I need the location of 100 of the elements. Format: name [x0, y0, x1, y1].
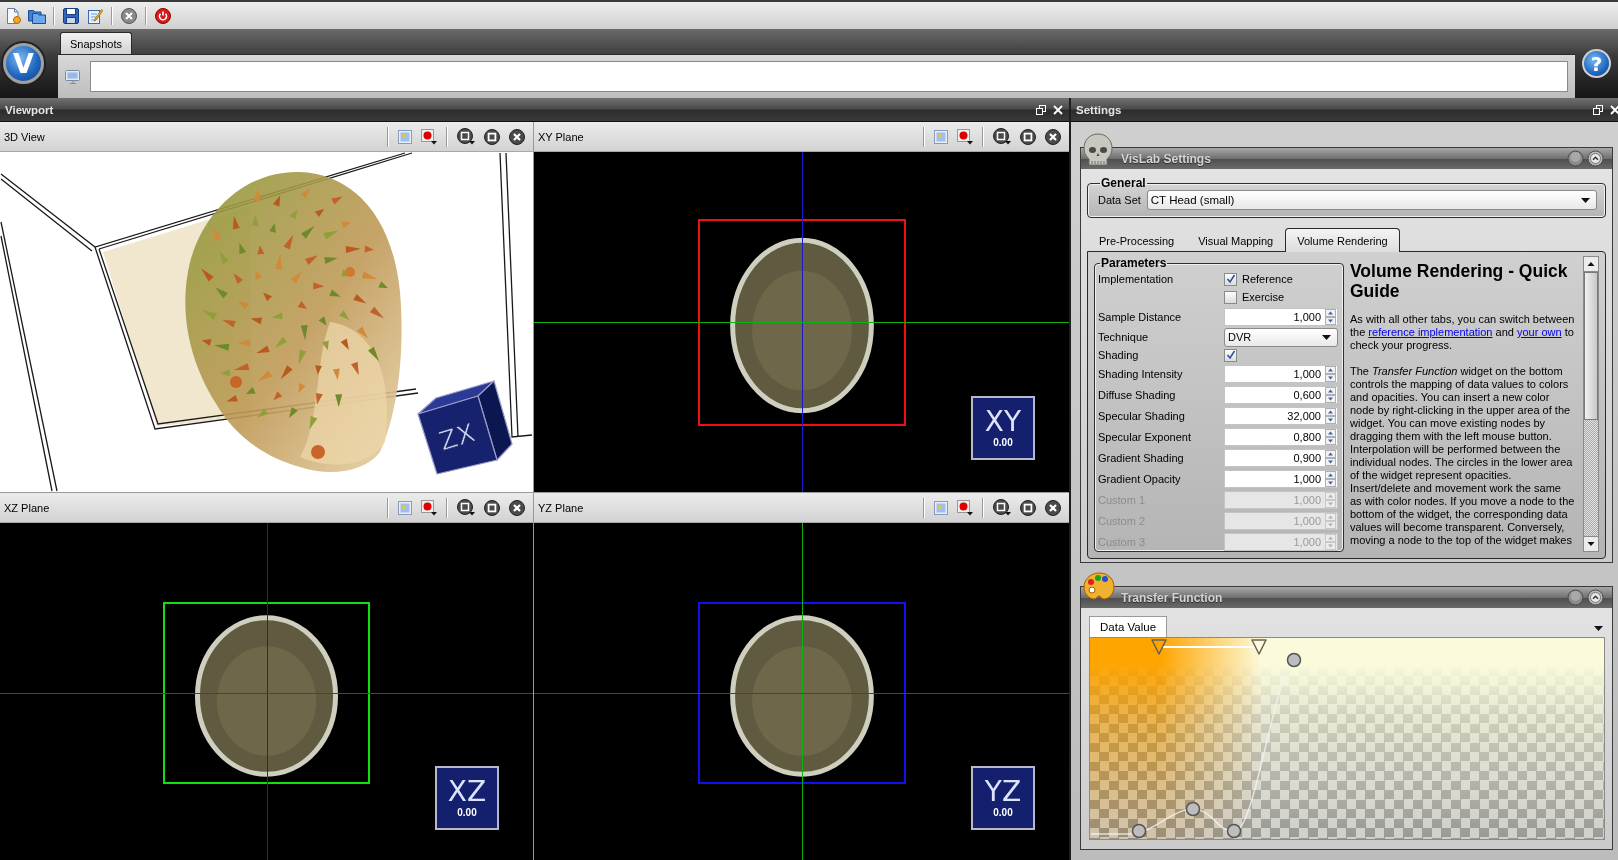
checkbox[interactable] [1224, 348, 1237, 362]
slice-value: 0.00 [457, 807, 477, 819]
restore-icon[interactable] [1036, 104, 1046, 115]
skull-icon [1083, 133, 1113, 167]
checkbox[interactable] [1224, 290, 1237, 304]
spin-box[interactable]: 0,600 [1224, 385, 1338, 404]
tab[interactable]: Visual Mapping [1186, 229, 1286, 251]
spin-buttons[interactable] [1325, 308, 1336, 325]
maximize-icon[interactable] [1020, 499, 1036, 516]
close-icon[interactable] [1045, 128, 1061, 145]
spin-buttons[interactable] [1325, 365, 1336, 382]
folders-icon[interactable] [28, 7, 46, 24]
technique-dropdown[interactable]: DVR [1224, 327, 1338, 347]
restore-icon[interactable] [1593, 104, 1603, 115]
spin-box[interactable]: 0,800 [1224, 427, 1338, 446]
view-title: XZ Plane [4, 501, 51, 514]
spin-buttons[interactable] [1325, 407, 1336, 424]
tab[interactable]: Volume Rendering [1285, 228, 1400, 252]
field-label: Data Set [1098, 194, 1141, 206]
color-node-handle[interactable] [1251, 639, 1267, 655]
opacity-node-handle[interactable] [1185, 801, 1201, 817]
checkbox-label: Reference [1242, 273, 1293, 285]
parameter-label: Gradient Shading [1098, 450, 1185, 466]
close-icon[interactable] [1045, 499, 1061, 516]
orientation-label: XY [984, 407, 1022, 437]
close-icon[interactable] [509, 499, 525, 516]
record-icon[interactable] [421, 499, 437, 516]
disc-button[interactable] [1567, 589, 1584, 606]
guide-paragraph: The Transfer Function widget on the bottom controls the mapping of data values to colors and opacities. You can insert a new color node by right-clicking in the upper area of the widget. You can move existing nodes by dragging them with the left mouse button. Interpolation will be performed between the individual nodes. The circles in the lower area of the widget represent opacities. Insert/delete and movement work the same as with color nodes. If you move a node to the bottom of the widget, the corresponding data values will become transparent. Conversely, moving a node to the top of the widget makes [1350, 365, 1575, 547]
save-icon[interactable] [63, 7, 79, 24]
color-node-handle[interactable] [1151, 639, 1167, 655]
collapse-button[interactable] [1587, 589, 1604, 606]
opacity-node-handle[interactable] [1226, 823, 1242, 839]
close-icon[interactable] [121, 7, 137, 24]
scrollbar-thumb[interactable] [1584, 272, 1598, 420]
slice-value: 0.00 [993, 807, 1013, 819]
fit-view-icon[interactable] [993, 128, 1011, 145]
slice-value: 0.00 [993, 437, 1013, 449]
orientation-label: YZ [984, 777, 1022, 807]
parameter-label: Specular Exponent [1098, 429, 1192, 445]
panel-title: Settings [1076, 103, 1123, 116]
dataset-dropdown[interactable]: CT Head (small) [1146, 190, 1597, 210]
view-title: 3D View [4, 130, 46, 143]
monitor-icon[interactable] [64, 68, 82, 85]
spin-box[interactable]: 1,000 [1224, 469, 1338, 488]
new-document-icon[interactable] [5, 7, 21, 24]
view-title: YZ Plane [538, 501, 585, 514]
caret-icon[interactable] [1594, 626, 1603, 631]
spin-box[interactable]: 1,000 [1224, 307, 1338, 326]
spin-buttons[interactable] [1325, 386, 1336, 403]
opacity-node-handle[interactable] [1131, 823, 1147, 839]
fit-view-icon[interactable] [993, 499, 1011, 516]
spin-buttons[interactable] [1325, 428, 1336, 445]
group-title: General [1100, 176, 1147, 190]
checkbox-label: Exercise [1242, 291, 1285, 303]
checkbox[interactable] [1224, 272, 1237, 286]
guide-link[interactable]: reference implementation [1368, 326, 1493, 338]
orientation-label: XZ [447, 777, 487, 807]
snapshot-field[interactable] [90, 61, 1568, 92]
record-icon[interactable] [957, 128, 973, 145]
parameter-label: Implementation [1098, 272, 1175, 287]
fit-view-icon[interactable] [457, 499, 475, 516]
opacity-node-handle[interactable] [1286, 652, 1302, 668]
maximize-icon[interactable] [484, 499, 500, 516]
caret-icon [1581, 197, 1590, 203]
power-icon[interactable] [155, 7, 171, 24]
pencil-document-icon[interactable] [87, 7, 103, 24]
tab[interactable]: Snapshots [60, 32, 132, 54]
panel-title: VisLab Settings [1121, 151, 1212, 166]
caret-icon [1322, 334, 1331, 340]
spin-box[interactable]: 0,900 [1224, 448, 1338, 467]
disc-button[interactable] [1567, 150, 1584, 167]
record-icon[interactable] [957, 499, 973, 516]
panel-title: Transfer Function [1121, 590, 1224, 605]
panel-title: Viewport [5, 103, 55, 116]
parameter-label: Shading Intensity [1098, 366, 1184, 382]
maximize-icon[interactable] [1020, 128, 1036, 145]
guide-link[interactable]: your own [1516, 326, 1562, 338]
guide-heading: Volume Rendering - Quick Guide [1350, 261, 1569, 301]
collapse-button[interactable] [1587, 150, 1604, 167]
tab[interactable]: Pre-Processing [1087, 229, 1187, 251]
checkmark-icon [1225, 274, 1236, 284]
spin-buttons[interactable] [1325, 470, 1336, 487]
parameter-label: Technique [1098, 330, 1150, 345]
cube-label: ZX [435, 417, 479, 457]
parameter-label: Specular Shading [1098, 408, 1186, 424]
scroll-down-button[interactable] [1583, 536, 1599, 552]
fit-view-icon[interactable] [457, 128, 475, 145]
spin-box[interactable]: 32,000 [1224, 406, 1338, 425]
transfer-function-canvas[interactable] [1089, 637, 1605, 840]
record-icon[interactable] [421, 128, 437, 145]
close-icon[interactable] [509, 128, 525, 145]
scroll-up-button[interactable] [1583, 256, 1599, 272]
tab[interactable]: Data Value [1089, 616, 1168, 637]
group-title: Parameters [1100, 256, 1168, 270]
parameter-label: Diffuse Shading [1098, 387, 1177, 403]
view-title: XY Plane [538, 130, 585, 143]
spin-buttons[interactable] [1325, 449, 1336, 466]
spin-box[interactable]: 1,000 [1224, 364, 1338, 383]
maximize-icon[interactable] [484, 128, 500, 145]
